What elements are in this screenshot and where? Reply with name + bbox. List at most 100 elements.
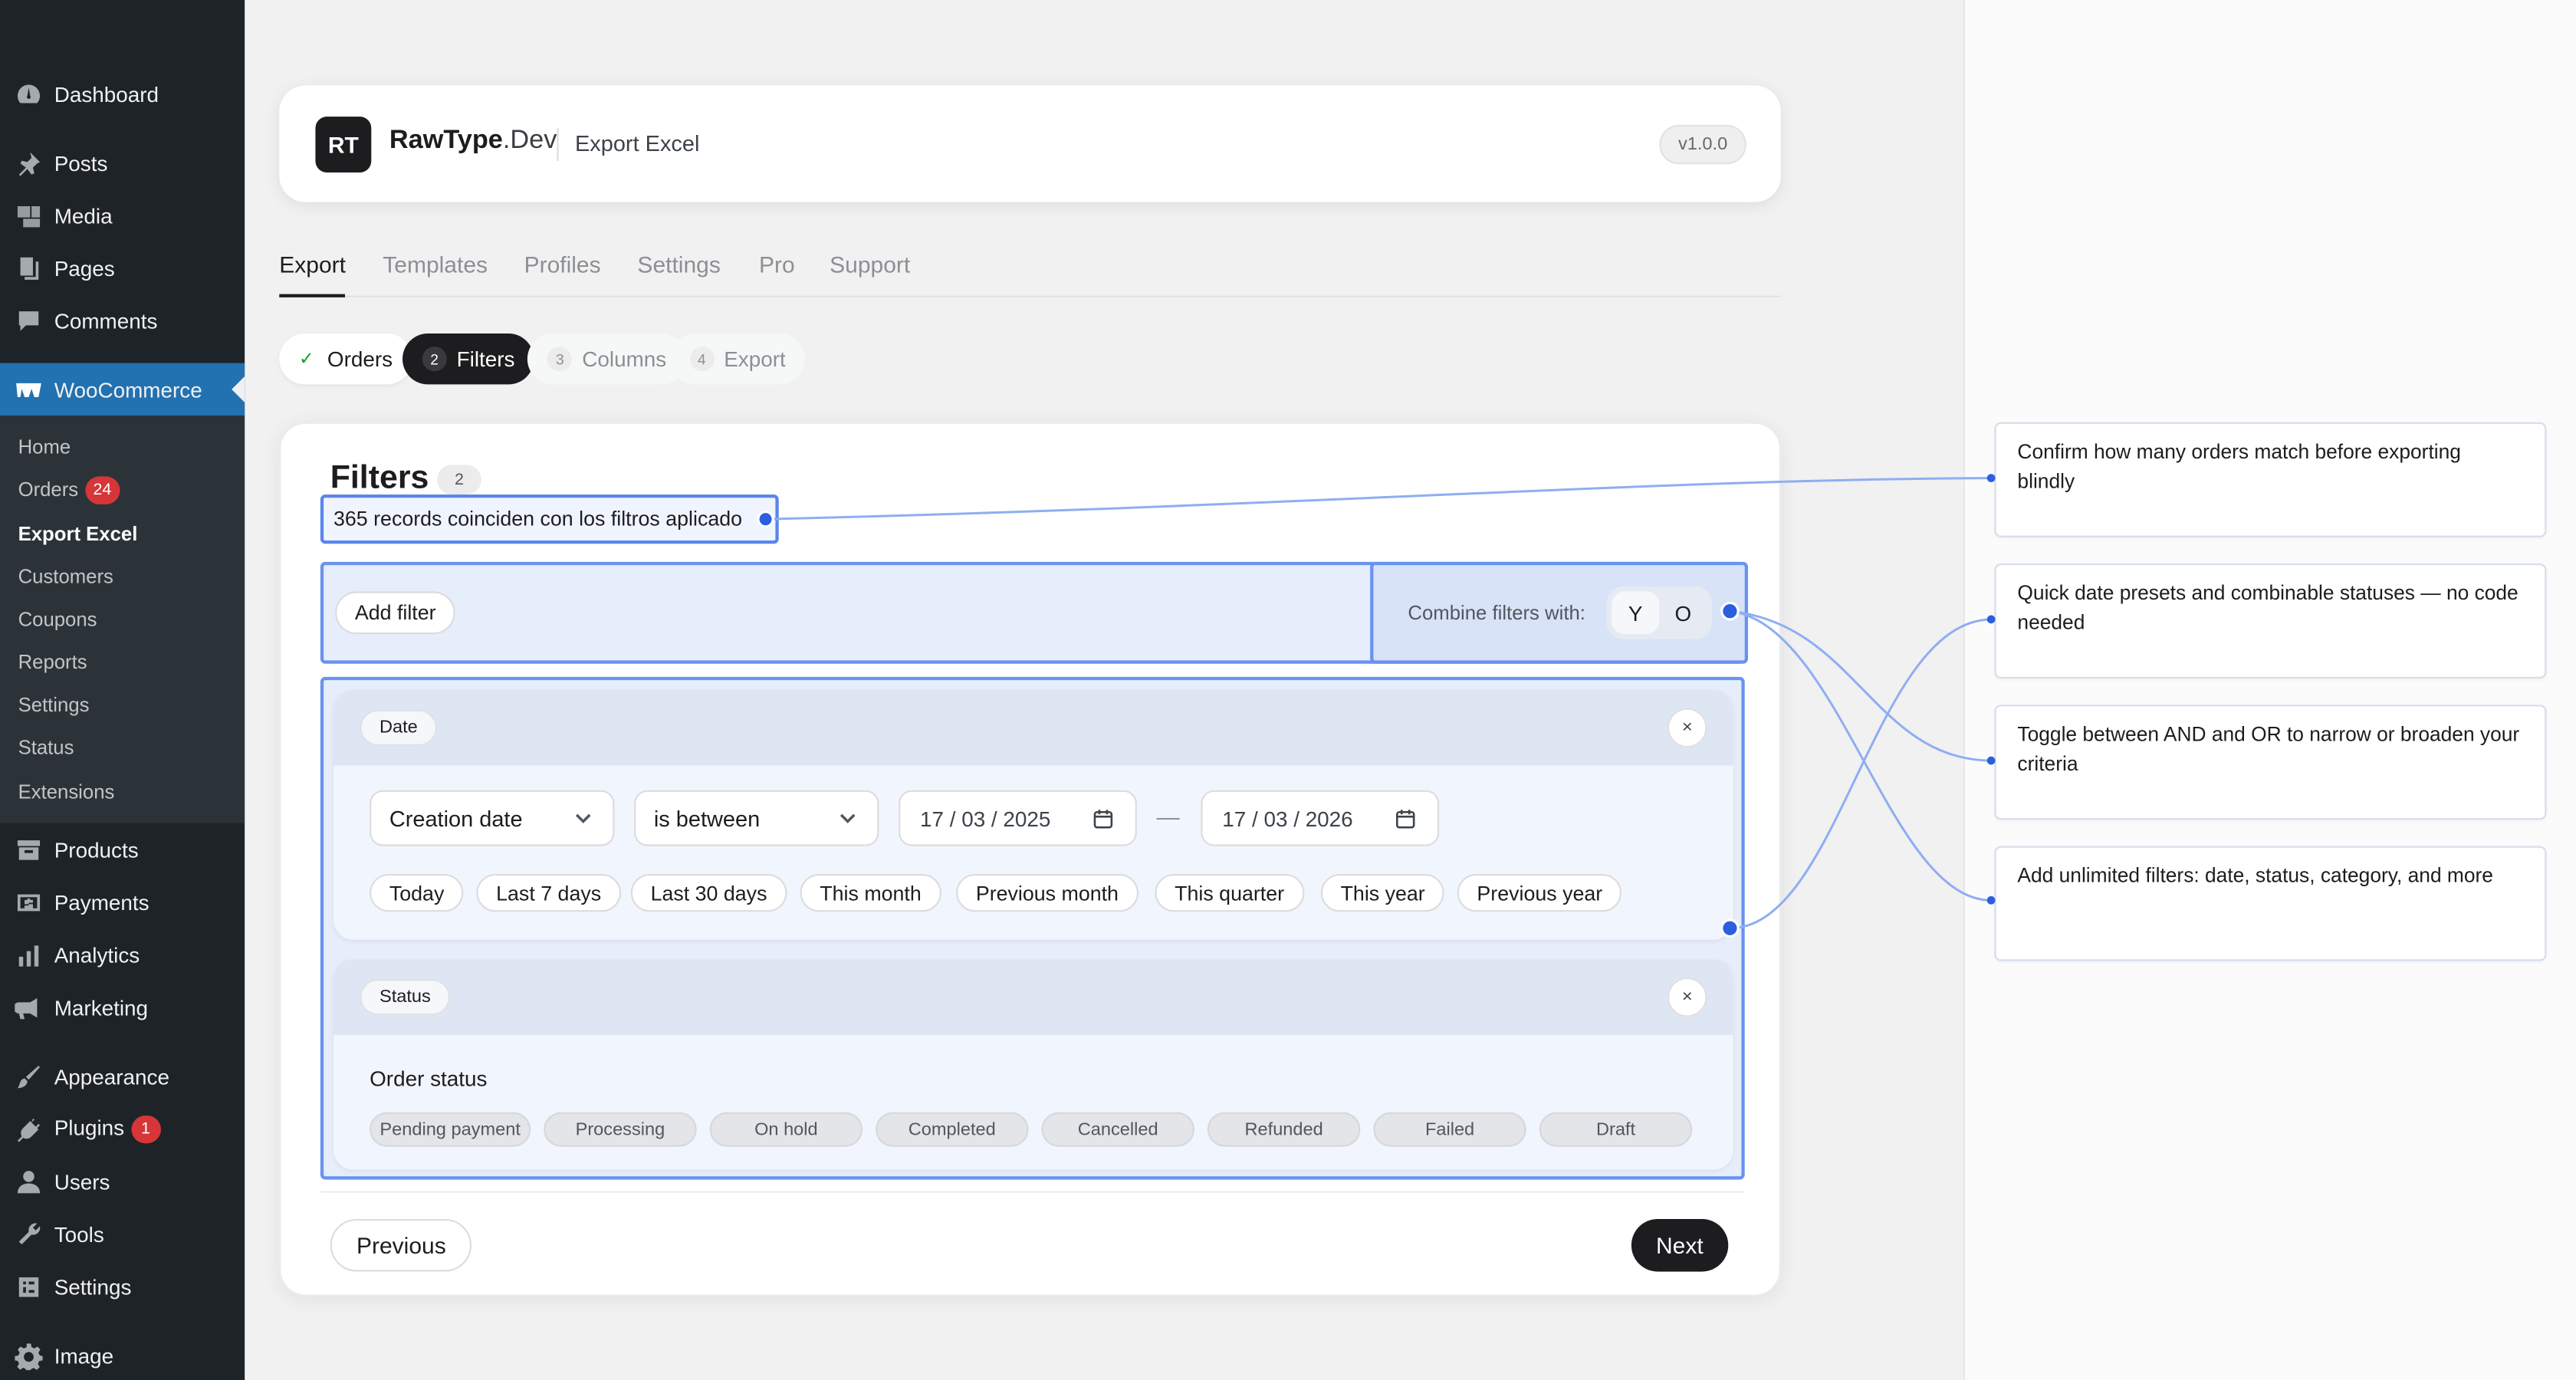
menu-media[interactable]: Media — [0, 189, 245, 242]
step-label: Filters — [456, 347, 515, 372]
submenu-customers[interactable]: Customers — [18, 565, 113, 588]
menu-users[interactable]: Users — [0, 1155, 245, 1208]
select-value: is between — [653, 806, 761, 831]
menu-label: Image — [54, 1342, 114, 1368]
filters-card: Filters 2 365 records coinciden con los … — [279, 422, 1781, 1296]
header-subtitle: Export Excel — [575, 131, 700, 156]
tab-pro[interactable]: Pro — [759, 251, 795, 297]
menu-label: Dashboard — [54, 81, 159, 107]
chevron-down-icon — [840, 813, 856, 823]
submenu-home[interactable]: Home — [18, 435, 71, 458]
orders-count-badge: 24 — [84, 476, 120, 504]
archive-icon — [13, 835, 43, 865]
filters-count-badge: 2 — [437, 465, 481, 495]
status-chip-processing[interactable]: Processing — [544, 1112, 697, 1147]
step-orders[interactable]: ✓ Orders — [279, 334, 412, 385]
submenu-extensions[interactable]: Extensions — [18, 780, 115, 803]
menu-products[interactable]: Products — [0, 823, 245, 876]
status-filter-group: Status × Order status Pending payment Pr… — [334, 959, 1733, 1170]
menu-posts[interactable]: Posts — [0, 136, 245, 189]
preset-previous-year[interactable]: Previous year — [1457, 874, 1622, 912]
next-button[interactable]: Next — [1631, 1219, 1728, 1272]
menu-dashboard[interactable]: Dashboard — [0, 67, 245, 120]
order-status-label: Order status — [370, 1066, 488, 1091]
combine-and-option[interactable]: Y — [1612, 591, 1660, 635]
preset-this-year[interactable]: This year — [1320, 874, 1445, 912]
annotation-record-count: Confirm how many orders match before exp… — [1994, 422, 2547, 537]
date-from-input[interactable]: 17 / 03 / 2025 — [899, 790, 1137, 846]
menu-marketing[interactable]: Marketing — [0, 981, 245, 1033]
tab-export[interactable]: Export — [279, 251, 347, 297]
date-group-tag: Date — [360, 709, 438, 746]
logo: RT — [315, 117, 372, 172]
woocommerce-icon — [13, 375, 43, 405]
dollar-icon — [13, 887, 43, 917]
menu-analytics[interactable]: Analytics — [0, 928, 245, 981]
menu-label: Products — [54, 836, 139, 862]
menu-payments[interactable]: Payments — [0, 876, 245, 928]
menu-label: Pages — [54, 255, 115, 281]
menu-settings[interactable]: Settings — [0, 1260, 245, 1313]
tab-profiles[interactable]: Profiles — [524, 251, 601, 297]
status-chip-refunded[interactable]: Refunded — [1208, 1112, 1361, 1147]
filter-groups: Date × Creation date is between 17 / 03 … — [320, 676, 1745, 1180]
header-divider — [557, 128, 559, 161]
submenu-export-excel[interactable]: Export Excel — [18, 522, 138, 545]
menu-tools[interactable]: Tools — [0, 1208, 245, 1260]
preset-last-30-days[interactable]: Last 30 days — [630, 874, 787, 912]
close-icon[interactable]: × — [1668, 978, 1707, 1017]
calendar-icon[interactable] — [1092, 808, 1114, 830]
brand-light: .Dev — [502, 127, 557, 155]
date-operator-select[interactable]: is between — [634, 790, 879, 846]
menu-comments[interactable]: Comments — [0, 294, 245, 347]
submenu-reports[interactable]: Reports — [18, 651, 87, 674]
preset-previous-month[interactable]: Previous month — [956, 874, 1138, 912]
menu-appearance[interactable]: Appearance — [0, 1050, 245, 1102]
preset-last-7-days[interactable]: Last 7 days — [476, 874, 621, 912]
menu-pages[interactable]: Pages — [0, 242, 245, 294]
submenu-orders[interactable]: Orders 24 — [18, 476, 120, 504]
tab-templates[interactable]: Templates — [383, 251, 488, 297]
submenu-settings[interactable]: Settings — [18, 693, 90, 716]
select-value: Creation date — [389, 806, 523, 831]
menu-label: Posts — [54, 150, 108, 176]
submenu-status[interactable]: Status — [18, 736, 74, 759]
combine-or-option[interactable]: O — [1659, 591, 1707, 634]
status-chip-pending-payment[interactable]: Pending payment — [370, 1112, 531, 1147]
menu-label: Marketing — [54, 994, 149, 1020]
status-chip-draft[interactable]: Draft — [1539, 1112, 1693, 1147]
step-filters[interactable]: 2 Filters — [402, 334, 535, 385]
menu-plugins[interactable]: Plugins 1 — [0, 1102, 245, 1155]
plugin-main: RT RawType.Dev Export Excel v1.0.0 Expor… — [245, 0, 1963, 1380]
status-chip-completed[interactable]: Completed — [876, 1112, 1029, 1147]
preset-today[interactable]: Today — [370, 874, 465, 912]
status-chip-on-hold[interactable]: On hold — [709, 1112, 863, 1147]
tab-settings[interactable]: Settings — [637, 251, 720, 297]
step-export[interactable]: 4 Export — [669, 334, 806, 385]
status-chip-failed[interactable]: Failed — [1373, 1112, 1526, 1147]
close-icon[interactable]: × — [1668, 708, 1707, 748]
preset-this-quarter[interactable]: This quarter — [1155, 874, 1304, 912]
menu-woocommerce[interactable]: WooCommerce — [0, 363, 245, 416]
calendar-icon[interactable] — [1395, 808, 1416, 830]
preset-this-month[interactable]: This month — [800, 874, 941, 912]
submenu-coupons[interactable]: Coupons — [18, 608, 97, 631]
tab-support[interactable]: Support — [830, 251, 910, 297]
pin-icon — [13, 148, 43, 178]
date-to-input[interactable]: 17 / 03 / 2026 — [1201, 790, 1440, 846]
date-field-select[interactable]: Creation date — [370, 790, 615, 846]
status-chip-cancelled[interactable]: Cancelled — [1041, 1112, 1194, 1147]
step-columns[interactable]: 3 Columns — [527, 334, 686, 385]
brush-icon — [13, 1061, 43, 1091]
combine-label: Combine filters with: — [1408, 601, 1585, 625]
pages-icon — [13, 253, 43, 283]
wrench-icon — [13, 1219, 43, 1249]
menu-label: WooCommerce — [54, 376, 202, 402]
status-group-header: Status × — [334, 959, 1733, 1035]
menu-label: Tools — [54, 1221, 104, 1247]
add-filter-button[interactable]: Add filter — [335, 591, 456, 635]
annotation-unlimited-filters: Add unlimited filters: date, status, cat… — [1994, 846, 2547, 961]
menu-image[interactable]: Image — [0, 1329, 245, 1380]
step-number: 4 — [689, 347, 715, 372]
previous-button[interactable]: Previous — [330, 1219, 473, 1272]
